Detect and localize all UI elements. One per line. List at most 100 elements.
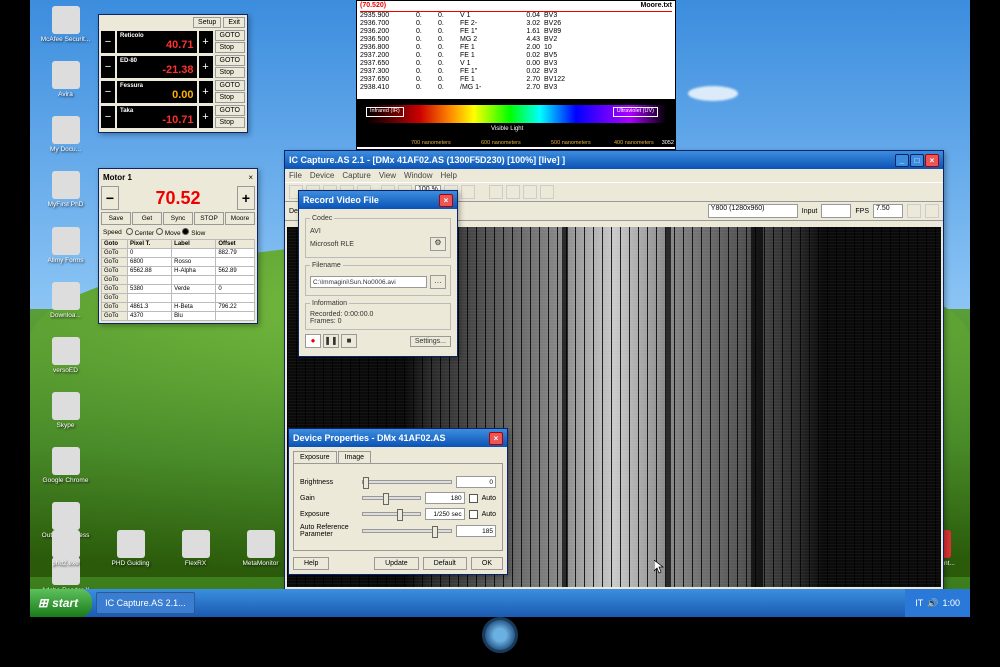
prop-slider[interactable] [362,512,421,516]
desktop-icon[interactable]: Avira [38,61,93,98]
motor-btn-sync[interactable]: Sync [163,212,193,225]
menu-view[interactable]: View [379,171,396,180]
close-icon[interactable]: × [439,194,453,207]
help-button[interactable]: Help [293,557,329,570]
auto-checkbox[interactable] [469,510,478,519]
minus-button[interactable]: − [101,31,115,53]
prop-value[interactable]: 0 [456,476,496,488]
goto-cell[interactable]: GoTo [102,312,128,321]
desktop-icon[interactable]: Allmy Forms [38,227,93,264]
clock[interactable]: 1:00 [942,598,960,608]
goto-cell[interactable]: GoTo [102,303,128,312]
fps-select[interactable]: 7.50 [873,204,903,218]
plus-button[interactable]: + [199,106,213,128]
auto-checkbox[interactable] [469,494,478,503]
motor-btn-save[interactable]: Save [101,212,131,225]
tool-icon[interactable] [489,185,503,199]
default-button[interactable]: Default [423,557,467,570]
minus-button[interactable]: − [101,56,115,78]
format-select[interactable]: Y800 (1280x960) [708,204,798,218]
desktop-icon[interactable]: MyFirst PhD [38,171,93,208]
tab-image[interactable]: Image [338,451,371,463]
plus-button[interactable]: + [199,81,213,103]
tool-icon[interactable] [506,185,520,199]
close-icon[interactable]: × [489,432,503,445]
input-select[interactable] [821,204,851,218]
codec-config-icon[interactable]: ⚙ [430,237,446,251]
goto-cell[interactable]: GoTo [102,267,128,276]
goto-button[interactable]: GOTO [215,30,245,41]
stop-button[interactable]: Stop [215,92,245,103]
tool-icon[interactable] [907,204,921,218]
motor-btn-stop[interactable]: STOP [194,212,224,225]
menu-window[interactable]: Window [404,171,432,180]
tab-exposure[interactable]: Exposure [293,451,337,463]
pause-button[interactable]: ❚❚ [323,334,339,348]
desktop-icon[interactable]: versoED [38,337,93,374]
speed-radio[interactable] [182,228,189,235]
settings-button[interactable]: Settings... [410,336,451,347]
tool-icon[interactable] [523,185,537,199]
stop-button[interactable]: Stop [215,117,245,128]
goto-cell[interactable]: GoTo [102,258,128,267]
desktop-icon[interactable]: McAfee Securit... [38,6,93,43]
maximize-icon[interactable]: □ [910,154,924,167]
ic-capture-titlebar[interactable]: IC Capture.AS 2.1 - [DMx 41AF02.AS (1300… [285,151,943,169]
close-icon[interactable]: × [925,154,939,167]
goto-button[interactable]: GOTO [215,55,245,66]
update-button[interactable]: Update [374,557,419,570]
desktop-icon[interactable]: Skype [38,392,93,429]
speed-radio[interactable] [126,228,133,235]
exit-button[interactable]: Exit [223,17,245,28]
goto-cell[interactable]: GoTo [102,249,128,258]
goto-button[interactable]: GOTO [215,80,245,91]
prop-slider[interactable] [362,480,452,484]
stop-button[interactable]: Stop [215,67,245,78]
tool-icon[interactable] [540,185,554,199]
stop-button[interactable]: ■ [341,334,357,348]
speed-radio[interactable] [156,228,163,235]
menu-help[interactable]: Help [440,171,456,180]
menu-device[interactable]: Device [310,171,334,180]
desktop-icon[interactable]: MetaMonitor [233,530,288,567]
motor-btn-get[interactable]: Get [132,212,162,225]
desktop-icon[interactable]: phd2.exe [38,530,93,567]
setup-button[interactable]: Setup [193,17,221,28]
goto-cell[interactable]: GoTo [102,294,128,303]
lang-indicator[interactable]: IT [915,598,923,608]
menu-file[interactable]: File [289,171,302,180]
tray-icon[interactable]: 🔊 [927,598,938,609]
goto-cell[interactable]: GoTo [102,276,128,285]
record-button[interactable]: ● [305,334,321,348]
motor-plus[interactable]: + [237,186,255,210]
desktop-icon[interactable]: PHD Guiding [103,530,158,567]
stop-button[interactable]: Stop [215,42,245,53]
system-tray[interactable]: IT 🔊 1:00 [905,589,970,617]
tool-icon[interactable] [461,185,475,199]
start-button[interactable]: ⊞ start [30,589,92,617]
browse-icon[interactable]: … [430,275,446,289]
minus-button[interactable]: − [101,81,115,103]
prop-value[interactable]: 180 [425,492,465,504]
motor-btn-moore[interactable]: Moore [225,212,255,225]
prop-value[interactable]: 1/250 sec [425,508,465,520]
goto-button[interactable]: GOTO [215,105,245,116]
desktop-icon[interactable]: My Docu... [38,116,93,153]
tool-icon[interactable] [925,204,939,218]
close-icon[interactable]: × [248,173,253,182]
motor-minus[interactable]: − [101,186,119,210]
plus-button[interactable]: + [199,56,213,78]
ok-button[interactable]: OK [471,557,503,570]
menu-capture[interactable]: Capture [342,171,370,180]
goto-cell[interactable]: GoTo [102,285,128,294]
prop-slider[interactable] [362,496,421,500]
desktop-icon[interactable]: Downloa... [38,282,93,319]
minus-button[interactable]: − [101,106,115,128]
minimize-icon[interactable]: _ [895,154,909,167]
prop-value[interactable]: 185 [456,525,496,537]
taskbar[interactable]: ⊞ start IC Capture.AS 2.1... IT 🔊 1:00 [30,589,970,617]
taskbar-item-iccapture[interactable]: IC Capture.AS 2.1... [96,592,195,614]
plus-button[interactable]: + [199,31,213,53]
desktop-icon[interactable]: FlexRX [168,530,223,567]
filename-field[interactable]: C:\Immagini\Sun.No0006.avi [310,276,427,288]
